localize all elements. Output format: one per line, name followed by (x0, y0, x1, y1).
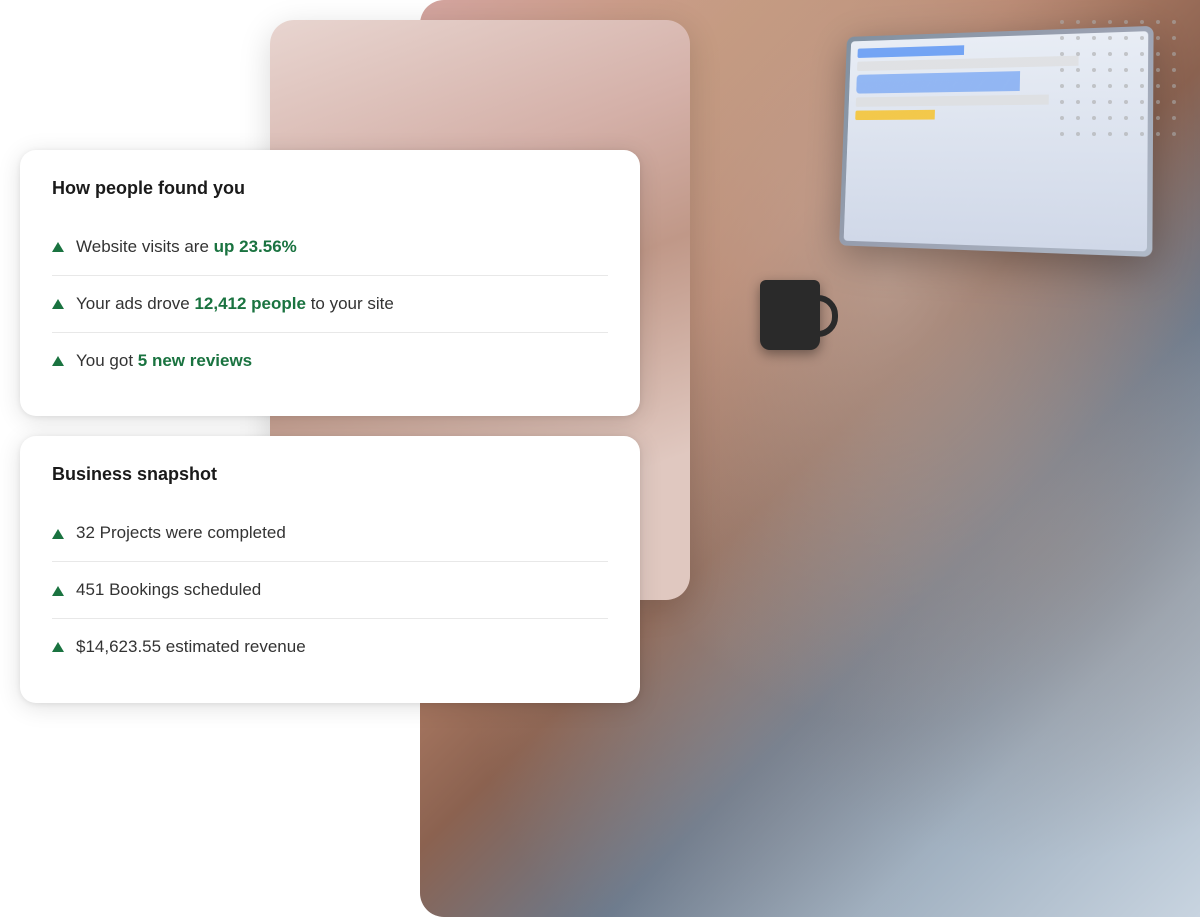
decoration-dot (1140, 116, 1144, 120)
ads-drove-highlight: 12,412 people (194, 294, 306, 313)
snapshot-card-title: Business snapshot (52, 464, 608, 485)
decoration-dot (1140, 52, 1144, 56)
decoration-dot (1076, 100, 1080, 104)
new-reviews-highlight: 5 new reviews (138, 351, 252, 370)
decoration-dot (1124, 68, 1128, 72)
decoration-dot (1108, 20, 1112, 24)
decoration-dot (1076, 20, 1080, 24)
decoration-dot (1156, 100, 1160, 104)
decoration-dot (1172, 20, 1176, 24)
decoration-dot (1108, 52, 1112, 56)
decoration-dot (1108, 100, 1112, 104)
business-snapshot-card: Business snapshot 32 Projects were compl… (20, 436, 640, 702)
found-card-items: Website visits are up 23.56% Your ads dr… (52, 219, 608, 388)
estimated-revenue-item: $14,623.55 estimated revenue (52, 619, 608, 675)
decoration-dot (1076, 116, 1080, 120)
decoration-dot (1092, 20, 1096, 24)
up-arrow-icon (52, 529, 64, 539)
decoration-dot (1108, 68, 1112, 72)
decoration-dot (1172, 52, 1176, 56)
decoration-dot (1060, 68, 1064, 72)
decoration-dot (1140, 132, 1144, 136)
projects-completed-item: 32 Projects were completed (52, 505, 608, 562)
new-reviews-text: You got 5 new reviews (76, 349, 252, 373)
decoration-dot (1172, 84, 1176, 88)
ads-drove-text: Your ads drove 12,412 people to your sit… (76, 292, 394, 316)
decoration-dot (1124, 132, 1128, 136)
scene: // Dots rendered via JS below How people… (0, 0, 1200, 917)
decoration-dot (1092, 36, 1096, 40)
how-people-found-you-card: How people found you Website visits are … (20, 150, 640, 416)
decoration-dot (1140, 68, 1144, 72)
website-visits-item: Website visits are up 23.56% (52, 219, 608, 276)
decoration-dot (1156, 68, 1160, 72)
decoration-dot (1172, 36, 1176, 40)
decoration-dot (1156, 36, 1160, 40)
decoration-dot (1108, 132, 1112, 136)
decoration-dot (1076, 52, 1080, 56)
website-visits-highlight: up 23.56% (214, 237, 297, 256)
decoration-dot (1156, 84, 1160, 88)
decoration-dot (1172, 116, 1176, 120)
decoration-dot (1108, 84, 1112, 88)
decoration-dot (1060, 116, 1064, 120)
decoration-dot (1060, 52, 1064, 56)
decoration-dot (1092, 52, 1096, 56)
cards-container: How people found you Website visits are … (20, 150, 640, 703)
decoration-dot (1140, 36, 1144, 40)
decoration-dot (1172, 100, 1176, 104)
decoration-dot (1124, 52, 1128, 56)
ads-drove-item: Your ads drove 12,412 people to your sit… (52, 276, 608, 333)
decoration-dot (1108, 116, 1112, 120)
decoration-dot (1124, 20, 1128, 24)
decoration-dot (1124, 36, 1128, 40)
decoration-dot (1092, 132, 1096, 136)
up-arrow-icon (52, 356, 64, 366)
coffee-mug-illustration (760, 280, 820, 350)
decoration-dot (1124, 116, 1128, 120)
new-reviews-item: You got 5 new reviews (52, 333, 608, 389)
found-card-title: How people found you (52, 178, 608, 199)
up-arrow-icon (52, 242, 64, 252)
projects-completed-text: 32 Projects were completed (76, 521, 286, 545)
up-arrow-icon (52, 586, 64, 596)
decoration-dot (1076, 68, 1080, 72)
bookings-scheduled-item: 451 Bookings scheduled (52, 562, 608, 619)
decoration-dot (1060, 100, 1064, 104)
estimated-revenue-text: $14,623.55 estimated revenue (76, 635, 306, 659)
decoration-dot (1108, 36, 1112, 40)
up-arrow-icon (52, 642, 64, 652)
decoration-dot (1060, 20, 1064, 24)
decoration-dot (1156, 132, 1160, 136)
decoration-dot (1076, 36, 1080, 40)
dots-pattern-decoration: // Dots rendered via JS below (1060, 20, 1180, 140)
decoration-dot (1172, 68, 1176, 72)
decoration-dot (1092, 68, 1096, 72)
decoration-dot (1060, 36, 1064, 40)
decoration-dot (1092, 100, 1096, 104)
decoration-dot (1124, 100, 1128, 104)
decoration-dot (1076, 132, 1080, 136)
decoration-dot (1060, 84, 1064, 88)
decoration-dot (1156, 52, 1160, 56)
snapshot-card-items: 32 Projects were completed 451 Bookings … (52, 505, 608, 674)
decoration-dot (1060, 132, 1064, 136)
decoration-dot (1140, 20, 1144, 24)
up-arrow-icon (52, 299, 64, 309)
decoration-dot (1156, 116, 1160, 120)
decoration-dot (1172, 132, 1176, 136)
bookings-scheduled-text: 451 Bookings scheduled (76, 578, 261, 602)
decoration-dot (1140, 100, 1144, 104)
decoration-dot (1156, 20, 1160, 24)
decoration-dot (1092, 116, 1096, 120)
decoration-dot (1076, 84, 1080, 88)
decoration-dot (1092, 84, 1096, 88)
website-visits-text: Website visits are up 23.56% (76, 235, 297, 259)
decoration-dot (1124, 84, 1128, 88)
decoration-dot (1140, 84, 1144, 88)
